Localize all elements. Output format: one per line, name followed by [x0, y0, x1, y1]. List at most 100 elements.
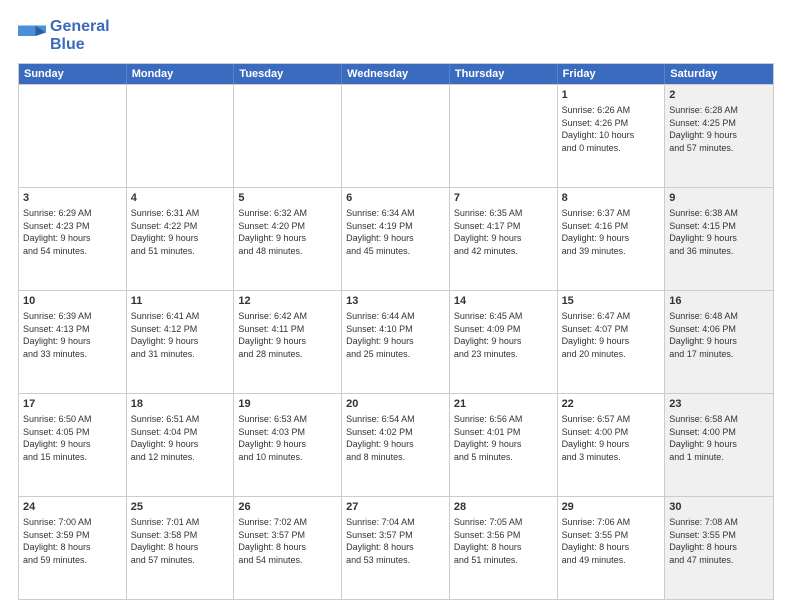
empty-cell — [19, 85, 127, 187]
logo-text: General Blue — [50, 18, 110, 53]
day-info: Sunrise: 6:56 AM Sunset: 4:01 PM Dayligh… — [454, 413, 553, 463]
day-info: Sunrise: 6:41 AM Sunset: 4:12 PM Dayligh… — [131, 310, 230, 360]
day-cell-28: 28Sunrise: 7:05 AM Sunset: 3:56 PM Dayli… — [450, 497, 558, 599]
day-info: Sunrise: 6:39 AM Sunset: 4:13 PM Dayligh… — [23, 310, 122, 360]
day-number: 17 — [23, 397, 122, 412]
empty-cell — [450, 85, 558, 187]
day-cell-19: 19Sunrise: 6:53 AM Sunset: 4:03 PM Dayli… — [234, 394, 342, 496]
day-number: 11 — [131, 294, 230, 309]
week-row-5: 24Sunrise: 7:00 AM Sunset: 3:59 PM Dayli… — [19, 496, 773, 599]
day-number: 7 — [454, 191, 553, 206]
day-cell-18: 18Sunrise: 6:51 AM Sunset: 4:04 PM Dayli… — [127, 394, 235, 496]
day-number: 9 — [669, 191, 769, 206]
day-info: Sunrise: 6:31 AM Sunset: 4:22 PM Dayligh… — [131, 207, 230, 257]
week-row-1: 1Sunrise: 6:26 AM Sunset: 4:26 PM Daylig… — [19, 84, 773, 187]
day-info: Sunrise: 6:47 AM Sunset: 4:07 PM Dayligh… — [562, 310, 661, 360]
header-day-friday: Friday — [558, 64, 666, 84]
day-number: 3 — [23, 191, 122, 206]
day-cell-17: 17Sunrise: 6:50 AM Sunset: 4:05 PM Dayli… — [19, 394, 127, 496]
day-cell-3: 3Sunrise: 6:29 AM Sunset: 4:23 PM Daylig… — [19, 188, 127, 290]
day-number: 19 — [238, 397, 337, 412]
day-info: Sunrise: 7:08 AM Sunset: 3:55 PM Dayligh… — [669, 516, 769, 566]
day-cell-12: 12Sunrise: 6:42 AM Sunset: 4:11 PM Dayli… — [234, 291, 342, 393]
day-number: 28 — [454, 500, 553, 515]
day-number: 24 — [23, 500, 122, 515]
day-cell-2: 2Sunrise: 6:28 AM Sunset: 4:25 PM Daylig… — [665, 85, 773, 187]
day-number: 8 — [562, 191, 661, 206]
header-day-saturday: Saturday — [665, 64, 773, 84]
page: General Blue SundayMondayTuesdayWednesda… — [0, 0, 792, 612]
day-cell-6: 6Sunrise: 6:34 AM Sunset: 4:19 PM Daylig… — [342, 188, 450, 290]
day-number: 2 — [669, 88, 769, 103]
day-number: 21 — [454, 397, 553, 412]
day-number: 14 — [454, 294, 553, 309]
day-cell-21: 21Sunrise: 6:56 AM Sunset: 4:01 PM Dayli… — [450, 394, 558, 496]
day-number: 27 — [346, 500, 445, 515]
empty-cell — [127, 85, 235, 187]
day-number: 25 — [131, 500, 230, 515]
day-number: 6 — [346, 191, 445, 206]
day-info: Sunrise: 6:28 AM Sunset: 4:25 PM Dayligh… — [669, 104, 769, 154]
day-info: Sunrise: 6:37 AM Sunset: 4:16 PM Dayligh… — [562, 207, 661, 257]
day-cell-26: 26Sunrise: 7:02 AM Sunset: 3:57 PM Dayli… — [234, 497, 342, 599]
day-number: 26 — [238, 500, 337, 515]
day-number: 1 — [562, 88, 661, 103]
day-number: 12 — [238, 294, 337, 309]
day-cell-15: 15Sunrise: 6:47 AM Sunset: 4:07 PM Dayli… — [558, 291, 666, 393]
day-number: 15 — [562, 294, 661, 309]
day-info: Sunrise: 6:50 AM Sunset: 4:05 PM Dayligh… — [23, 413, 122, 463]
day-number: 4 — [131, 191, 230, 206]
day-info: Sunrise: 7:05 AM Sunset: 3:56 PM Dayligh… — [454, 516, 553, 566]
day-info: Sunrise: 6:32 AM Sunset: 4:20 PM Dayligh… — [238, 207, 337, 257]
header: General Blue — [18, 18, 774, 53]
day-number: 23 — [669, 397, 769, 412]
logo-icon — [18, 22, 46, 50]
day-info: Sunrise: 6:54 AM Sunset: 4:02 PM Dayligh… — [346, 413, 445, 463]
day-cell-10: 10Sunrise: 6:39 AM Sunset: 4:13 PM Dayli… — [19, 291, 127, 393]
day-cell-11: 11Sunrise: 6:41 AM Sunset: 4:12 PM Dayli… — [127, 291, 235, 393]
calendar-body: 1Sunrise: 6:26 AM Sunset: 4:26 PM Daylig… — [19, 84, 773, 599]
empty-cell — [342, 85, 450, 187]
header-day-tuesday: Tuesday — [234, 64, 342, 84]
day-info: Sunrise: 6:45 AM Sunset: 4:09 PM Dayligh… — [454, 310, 553, 360]
day-info: Sunrise: 7:00 AM Sunset: 3:59 PM Dayligh… — [23, 516, 122, 566]
day-info: Sunrise: 6:34 AM Sunset: 4:19 PM Dayligh… — [346, 207, 445, 257]
week-row-2: 3Sunrise: 6:29 AM Sunset: 4:23 PM Daylig… — [19, 187, 773, 290]
logo: General Blue — [18, 18, 110, 53]
day-cell-1: 1Sunrise: 6:26 AM Sunset: 4:26 PM Daylig… — [558, 85, 666, 187]
day-cell-24: 24Sunrise: 7:00 AM Sunset: 3:59 PM Dayli… — [19, 497, 127, 599]
day-number: 16 — [669, 294, 769, 309]
day-info: Sunrise: 6:26 AM Sunset: 4:26 PM Dayligh… — [562, 104, 661, 154]
calendar-header: SundayMondayTuesdayWednesdayThursdayFrid… — [19, 64, 773, 84]
week-row-4: 17Sunrise: 6:50 AM Sunset: 4:05 PM Dayli… — [19, 393, 773, 496]
day-info: Sunrise: 6:48 AM Sunset: 4:06 PM Dayligh… — [669, 310, 769, 360]
day-info: Sunrise: 6:51 AM Sunset: 4:04 PM Dayligh… — [131, 413, 230, 463]
day-number: 30 — [669, 500, 769, 515]
day-cell-8: 8Sunrise: 6:37 AM Sunset: 4:16 PM Daylig… — [558, 188, 666, 290]
day-info: Sunrise: 6:38 AM Sunset: 4:15 PM Dayligh… — [669, 207, 769, 257]
day-cell-25: 25Sunrise: 7:01 AM Sunset: 3:58 PM Dayli… — [127, 497, 235, 599]
day-info: Sunrise: 7:06 AM Sunset: 3:55 PM Dayligh… — [562, 516, 661, 566]
day-cell-30: 30Sunrise: 7:08 AM Sunset: 3:55 PM Dayli… — [665, 497, 773, 599]
day-number: 5 — [238, 191, 337, 206]
day-info: Sunrise: 6:29 AM Sunset: 4:23 PM Dayligh… — [23, 207, 122, 257]
day-cell-7: 7Sunrise: 6:35 AM Sunset: 4:17 PM Daylig… — [450, 188, 558, 290]
day-info: Sunrise: 6:35 AM Sunset: 4:17 PM Dayligh… — [454, 207, 553, 257]
day-info: Sunrise: 6:53 AM Sunset: 4:03 PM Dayligh… — [238, 413, 337, 463]
day-info: Sunrise: 6:44 AM Sunset: 4:10 PM Dayligh… — [346, 310, 445, 360]
day-cell-4: 4Sunrise: 6:31 AM Sunset: 4:22 PM Daylig… — [127, 188, 235, 290]
day-cell-9: 9Sunrise: 6:38 AM Sunset: 4:15 PM Daylig… — [665, 188, 773, 290]
day-number: 20 — [346, 397, 445, 412]
day-cell-20: 20Sunrise: 6:54 AM Sunset: 4:02 PM Dayli… — [342, 394, 450, 496]
day-number: 18 — [131, 397, 230, 412]
week-row-3: 10Sunrise: 6:39 AM Sunset: 4:13 PM Dayli… — [19, 290, 773, 393]
day-cell-29: 29Sunrise: 7:06 AM Sunset: 3:55 PM Dayli… — [558, 497, 666, 599]
day-number: 22 — [562, 397, 661, 412]
calendar: SundayMondayTuesdayWednesdayThursdayFrid… — [18, 63, 774, 600]
header-day-monday: Monday — [127, 64, 235, 84]
day-info: Sunrise: 6:58 AM Sunset: 4:00 PM Dayligh… — [669, 413, 769, 463]
day-info: Sunrise: 6:42 AM Sunset: 4:11 PM Dayligh… — [238, 310, 337, 360]
day-cell-16: 16Sunrise: 6:48 AM Sunset: 4:06 PM Dayli… — [665, 291, 773, 393]
day-info: Sunrise: 6:57 AM Sunset: 4:00 PM Dayligh… — [562, 413, 661, 463]
day-number: 29 — [562, 500, 661, 515]
